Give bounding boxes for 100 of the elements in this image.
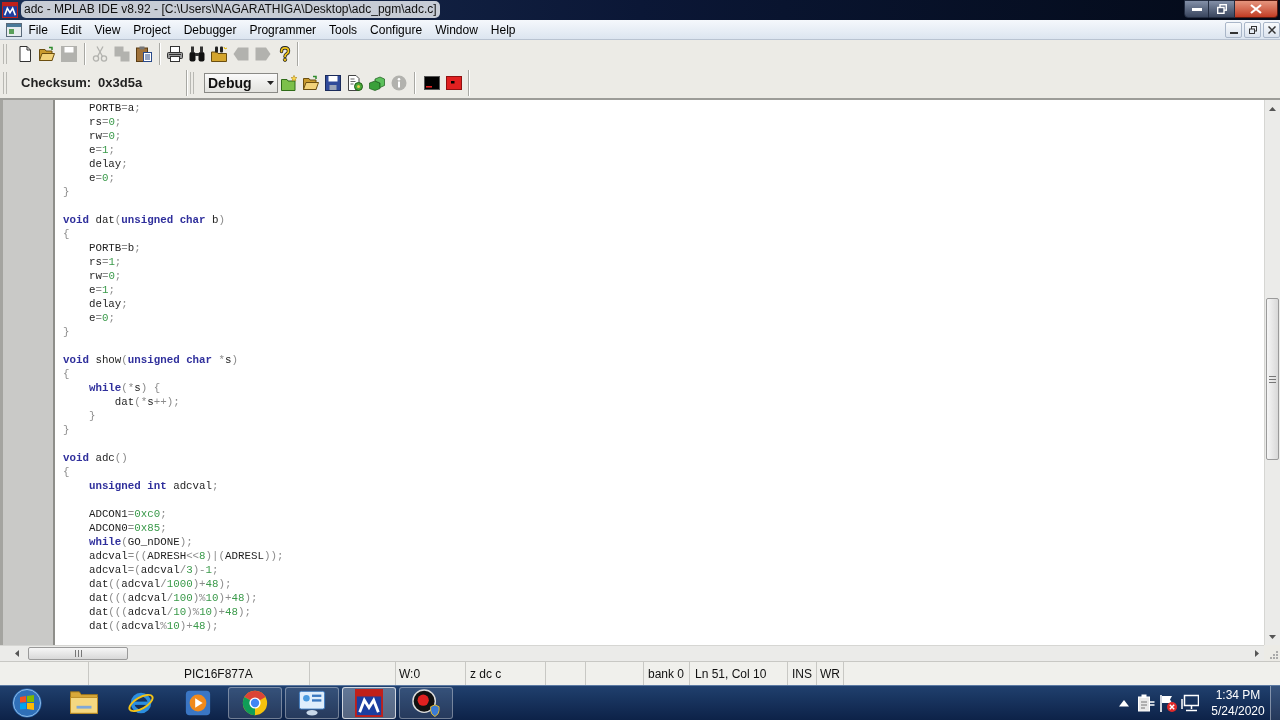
menu-item[interactable]: View [88, 20, 127, 39]
configuration-dropdown[interactable]: Debug [204, 73, 278, 93]
stacked-boxes-icon[interactable] [369, 75, 385, 91]
code-line: delay; [87, 297, 128, 311]
code-line: e=1; [87, 143, 115, 157]
record-shield-icon [412, 689, 440, 717]
scroll-up-arrow-icon[interactable] [1269, 106, 1276, 111]
clipboard-plug-icon[interactable] [1137, 694, 1155, 712]
horizontal-scrollbar[interactable] [0, 645, 1264, 661]
code-line: dat(((adcval/10)%10)+48); [87, 605, 251, 619]
close-icon [1250, 4, 1262, 14]
menu-item[interactable]: Edit [54, 20, 89, 39]
scroll-right-arrow-icon[interactable] [1255, 650, 1259, 657]
caret-icon [267, 81, 274, 85]
scroll-left-arrow-icon[interactable] [15, 650, 19, 657]
folder-icon[interactable] [70, 689, 98, 717]
flag-icon[interactable] [1159, 694, 1177, 712]
bank-indicator: bank 0 [648, 665, 685, 683]
show-desktop-button[interactable] [1270, 686, 1280, 720]
binoculars-icon[interactable] [189, 46, 205, 62]
app-logo-icon [355, 689, 383, 717]
restore-button[interactable] [1244, 21, 1261, 38]
minimize-button[interactable] [1184, 0, 1209, 18]
code-line: e=0; [87, 171, 115, 185]
code-line: adcval=(adcval/3)-1; [87, 563, 219, 577]
open-folder-icon[interactable] [303, 75, 319, 91]
close-button[interactable] [1263, 21, 1280, 38]
code-line: adcval=((ADRESH<<8)|(ADRESL)); [87, 549, 284, 563]
minimize-icon [1229, 31, 1238, 34]
code-line: dat(((adcval/100)%10)+48); [87, 591, 258, 605]
menu-item[interactable]: Configure [363, 20, 429, 39]
segmented-circle-icon [241, 689, 269, 717]
close-button[interactable] [1235, 0, 1278, 18]
play-icon[interactable] [184, 689, 212, 717]
code-line: ADCON0=0x85; [87, 521, 167, 535]
code-line: while(*s) { [87, 381, 161, 395]
code-line: while(GO_nDONE); [87, 535, 193, 549]
folder-star-icon[interactable] [281, 75, 297, 91]
printer-icon[interactable] [167, 46, 183, 62]
grip-icon [74, 650, 82, 657]
device-name: PIC16F877A [184, 665, 253, 683]
taskbar-button[interactable] [342, 687, 396, 719]
close-icon [1267, 25, 1276, 34]
scroll-down-arrow-icon[interactable] [1269, 634, 1276, 639]
code-line: rs=1; [87, 255, 122, 269]
checksum-label: Checksum: [21, 74, 92, 93]
size-grip-icon[interactable] [1270, 651, 1278, 659]
blank-page-icon[interactable] [17, 46, 33, 62]
restore-button[interactable] [1209, 0, 1235, 18]
up-caret-icon[interactable] [1119, 699, 1129, 707]
folder-binoculars-icon[interactable] [211, 46, 227, 62]
menu-item[interactable]: Debugger [177, 20, 243, 39]
clock-time[interactable]: 1:34 PM [1215, 687, 1261, 703]
code-line: rw=0; [87, 269, 122, 283]
help-icon[interactable] [277, 46, 293, 62]
screen-bar-icon[interactable] [424, 75, 440, 91]
open-folder-icon[interactable] [39, 46, 55, 62]
code-line: } [63, 185, 70, 199]
menu-item[interactable]: Help [484, 20, 522, 39]
taskbar-button[interactable] [228, 687, 282, 719]
code-line: ADCON1=0xc0; [87, 507, 167, 521]
code-line: void show(unsigned char *s) [63, 353, 238, 367]
start-orb-icon[interactable] [12, 688, 42, 718]
app-logo-icon[interactable] [2, 2, 18, 18]
menu-item[interactable]: File [22, 20, 55, 39]
w-register-value: W:0 [399, 665, 421, 683]
code-line: } [63, 423, 70, 437]
code-line: e=1; [87, 283, 115, 297]
clock-date[interactable]: 5/24/2020 [1211, 703, 1265, 719]
menu-item[interactable]: Programmer [242, 20, 323, 39]
minimize-icon [1191, 7, 1202, 11]
taskbar-button[interactable] [399, 687, 453, 719]
dashboard-icon [298, 689, 326, 717]
code-line: unsigned int adcval; [87, 479, 219, 493]
restore-icon [1248, 25, 1257, 34]
monitor-icon[interactable] [1181, 694, 1199, 712]
window-title: adc - MPLAB IDE v8.92 - [C:\Users\NAGARATHIGA\Desktop\adc_pgm\adc.c] [21, 1, 440, 18]
checksum-value: 0x3d5a [98, 74, 143, 93]
write-mode: WR [820, 665, 840, 683]
code-line: void adc() [63, 451, 128, 465]
code-line: { [63, 227, 70, 241]
insert-mode: INS [792, 665, 812, 683]
vertical-scrollbar[interactable] [1264, 100, 1280, 645]
document-gear-icon[interactable] [347, 75, 363, 91]
code-line: } [63, 325, 70, 339]
code-line: { [63, 367, 70, 381]
taskbar-button[interactable] [285, 687, 339, 719]
code-line: dat((adcval/1000)+48); [87, 577, 232, 591]
status-flags: z dc c [470, 665, 502, 683]
scroll-thumb[interactable] [1266, 298, 1279, 460]
scroll-thumb[interactable] [28, 647, 128, 660]
menu-item[interactable]: Project [126, 20, 178, 39]
menu-item[interactable]: Window [428, 20, 485, 39]
code-line: dat((adcval%10)+48); [87, 619, 219, 633]
clipboard-icon[interactable] [136, 46, 152, 62]
minimize-button[interactable] [1225, 21, 1242, 38]
document-icon[interactable] [6, 22, 22, 37]
grip-icon [1269, 375, 1276, 383]
code-line: rs=0; [87, 115, 122, 129]
menu-item[interactable]: Tools [322, 20, 364, 39]
